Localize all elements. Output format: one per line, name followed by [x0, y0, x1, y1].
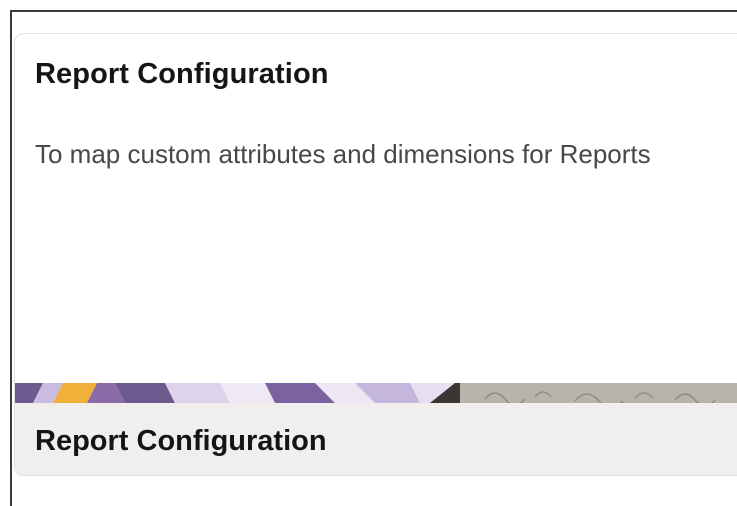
card-title: Report Configuration — [35, 58, 329, 90]
decorative-banner — [15, 383, 737, 403]
card-description: To map custom attributes and dimensions … — [35, 139, 651, 169]
footer-title: Report Configuration — [35, 425, 327, 457]
card-footer: Report Configuration — [15, 403, 737, 475]
report-configuration-card[interactable]: Report Configuration To map custom attri… — [14, 33, 737, 476]
